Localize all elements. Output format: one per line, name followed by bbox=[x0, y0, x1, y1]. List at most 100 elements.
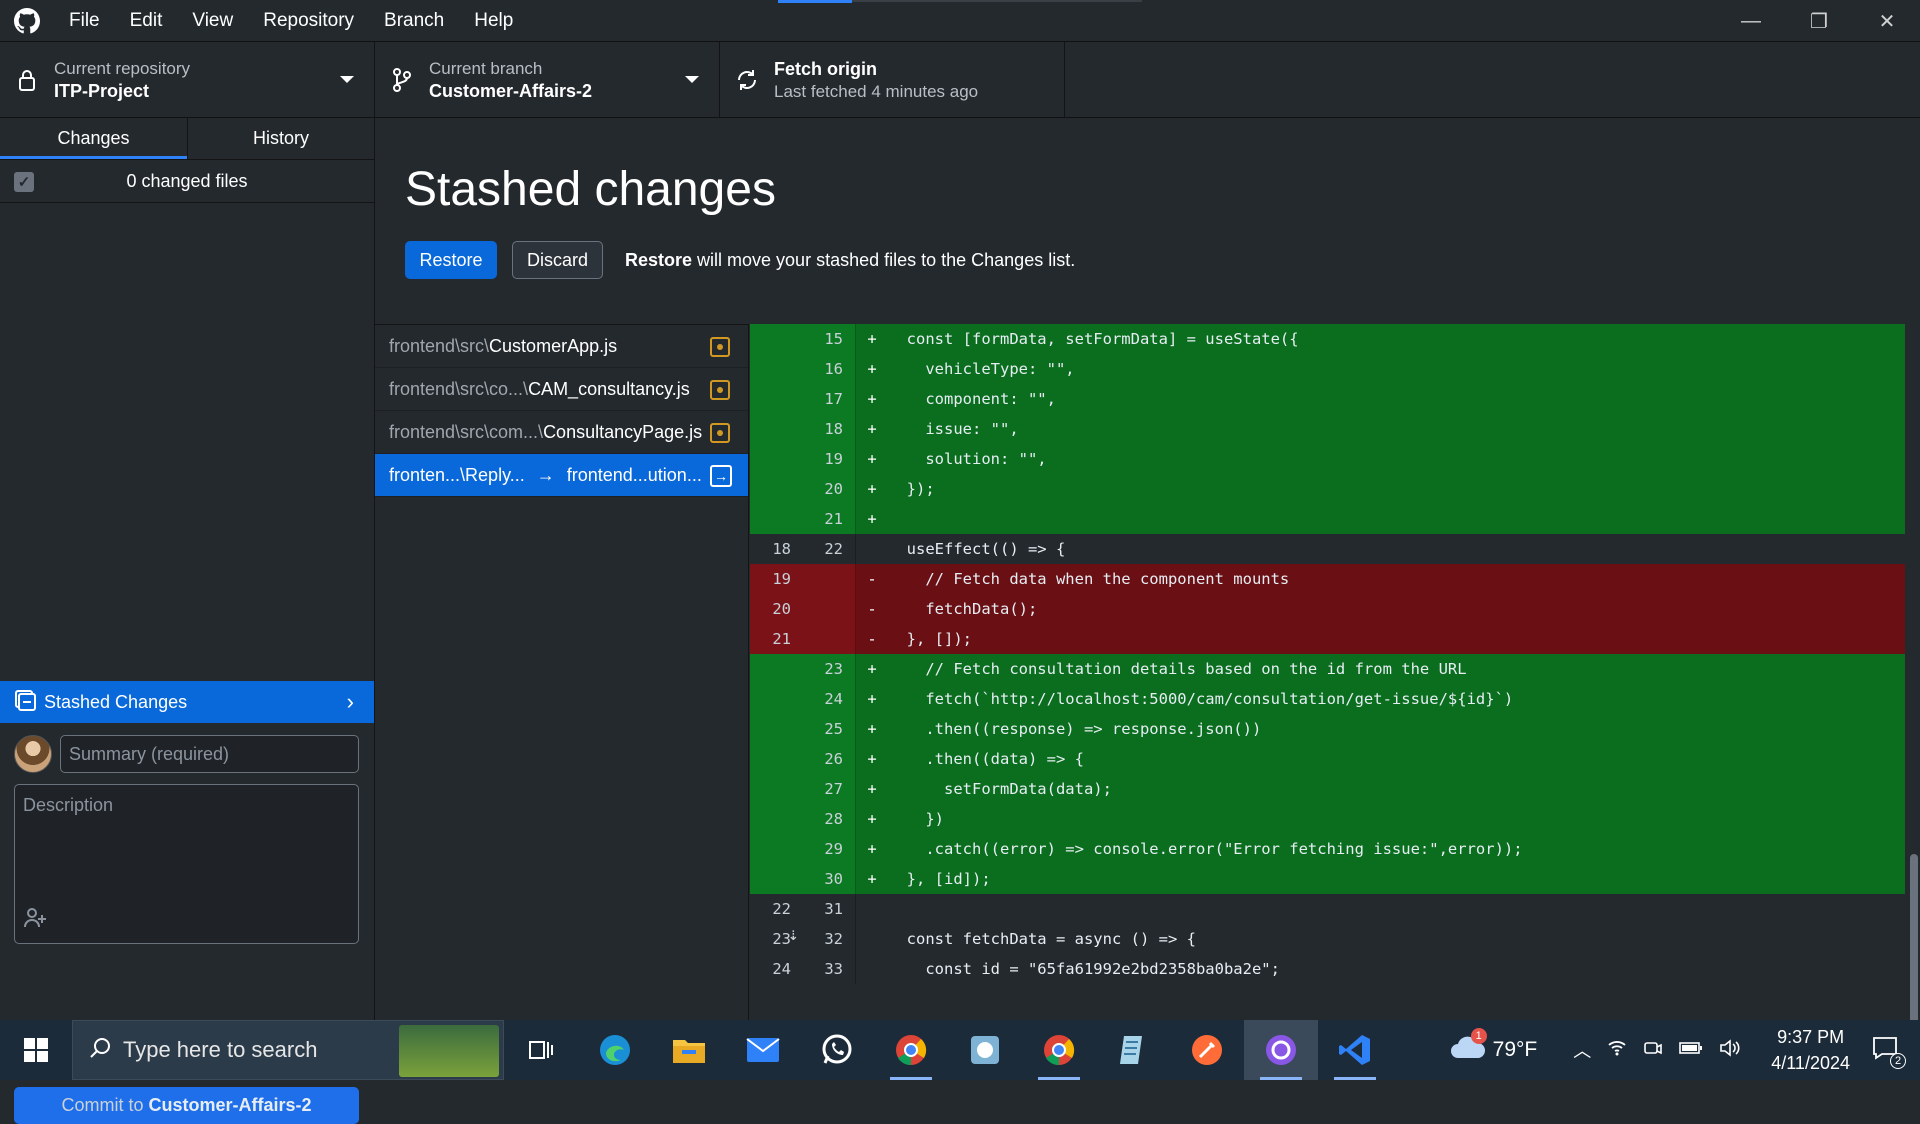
stashed-changes-button[interactable]: Stashed Changes › bbox=[0, 681, 374, 723]
discard-button[interactable]: Discard bbox=[512, 241, 603, 279]
vscode-icon[interactable] bbox=[1318, 1020, 1392, 1080]
chrome-profile-icon[interactable] bbox=[874, 1020, 948, 1080]
chrome-icon[interactable] bbox=[1022, 1020, 1096, 1080]
file-item[interactable]: frontend\src\ CustomerApp.js bbox=[375, 325, 748, 368]
github-desktop-icon[interactable] bbox=[1244, 1020, 1318, 1080]
commit-prefix: Commit to bbox=[61, 1095, 149, 1115]
diff-code: vehicleType: "", bbox=[888, 360, 1075, 378]
postman-icon[interactable] bbox=[1170, 1020, 1244, 1080]
meet-now-icon[interactable] bbox=[1643, 1039, 1663, 1062]
expand-down-icon[interactable]: ⇣ bbox=[788, 924, 799, 945]
diff-line: 20 + }); bbox=[750, 474, 1905, 504]
file-item-selected[interactable]: fronten...\Reply... → frontend...ution..… bbox=[375, 454, 748, 497]
diff-sign: + bbox=[867, 450, 877, 468]
diff-sign: - bbox=[867, 570, 877, 588]
summary-input[interactable]: Summary (required) bbox=[60, 735, 359, 773]
mail-icon[interactable] bbox=[726, 1020, 800, 1080]
avatar bbox=[14, 735, 52, 773]
fetch-origin-button[interactable]: Fetch origin Last fetched 4 minutes ago bbox=[720, 42, 1065, 118]
menu-edit[interactable]: Edit bbox=[115, 0, 178, 42]
task-view-icon[interactable] bbox=[504, 1020, 578, 1080]
diff-viewer: 15 + const [formData, setFormData] = useS… bbox=[750, 324, 1920, 1020]
sync-icon bbox=[720, 68, 774, 92]
page-title: Stashed changes bbox=[405, 163, 776, 216]
edge-icon[interactable] bbox=[578, 1020, 652, 1080]
file-item[interactable]: frontend\src\co...\ CAM_consultancy.js bbox=[375, 368, 748, 411]
select-all-checkbox[interactable]: ✓ bbox=[14, 172, 34, 192]
old-line-number: 21 bbox=[750, 624, 803, 654]
repository-label: Current repository bbox=[54, 58, 191, 78]
menu-repository[interactable]: Repository bbox=[248, 0, 369, 42]
chevron-up-icon[interactable]: ︿ bbox=[1573, 1037, 1591, 1063]
close-window-button[interactable]: ✕ bbox=[1854, 0, 1920, 42]
menu-view[interactable]: View bbox=[177, 0, 248, 42]
diff-code: // Fetch data when the component mounts bbox=[888, 570, 1290, 588]
activity-progress-bar bbox=[778, 0, 852, 3]
file-explorer-icon[interactable] bbox=[652, 1020, 726, 1080]
description-input[interactable]: Description bbox=[14, 784, 359, 944]
current-repository-dropdown[interactable]: Current repository ITP-Project bbox=[0, 42, 375, 118]
diff-code: .then((response) => response.json()) bbox=[888, 720, 1262, 738]
diff-line: 21 - }, []); bbox=[750, 624, 1905, 654]
diff-line: 28 + }) bbox=[750, 804, 1905, 834]
whatsapp-icon[interactable] bbox=[800, 1020, 874, 1080]
old-line-number bbox=[750, 354, 803, 384]
diff-code: const id = "65fa61992e2bd2358ba0ba2e"; bbox=[888, 960, 1280, 978]
diff-code: issue: "", bbox=[888, 420, 1019, 438]
current-branch-dropdown[interactable]: Current branch Customer-Affairs-2 bbox=[375, 42, 720, 118]
wifi-icon[interactable] bbox=[1607, 1039, 1627, 1062]
commit-branch: Customer-Affairs-2 bbox=[148, 1095, 312, 1115]
sidebar: Changes History ✓ 0 changed files Stashe… bbox=[0, 118, 375, 1124]
tab-history[interactable]: History bbox=[187, 118, 374, 159]
menu-file[interactable]: File bbox=[54, 0, 115, 42]
new-line-number: 18 bbox=[803, 414, 856, 444]
restore-button[interactable]: Restore bbox=[405, 241, 497, 279]
new-line-number: 27 bbox=[803, 774, 856, 804]
diff-sign: + bbox=[867, 660, 877, 678]
menu-help[interactable]: Help bbox=[459, 0, 528, 42]
search-icon bbox=[89, 1037, 111, 1064]
weather-badge: 1 bbox=[1470, 1028, 1487, 1044]
weather-widget[interactable]: 1 79°F bbox=[1449, 1028, 1537, 1066]
lock-icon bbox=[0, 68, 54, 92]
branch-icon bbox=[375, 67, 429, 93]
commit-button[interactable]: Commit to Customer-Affairs-2 bbox=[14, 1087, 359, 1124]
menu-branch[interactable]: Branch bbox=[369, 0, 459, 42]
restore-window-button[interactable]: ❐ bbox=[1786, 0, 1852, 42]
diff-code: .catch((error) => console.error("Error f… bbox=[888, 840, 1523, 858]
diff-code: solution: "", bbox=[888, 450, 1047, 468]
taskbar-search[interactable]: Type here to search bbox=[72, 1020, 504, 1080]
search-placeholder: Type here to search bbox=[123, 1037, 318, 1062]
add-coauthor-icon[interactable] bbox=[23, 907, 47, 935]
old-line-number: 19 bbox=[750, 564, 803, 594]
old-line-number bbox=[750, 654, 803, 684]
fetch-status: Last fetched 4 minutes ago bbox=[774, 81, 979, 101]
diff-code: const [formData, setFormData] = useState… bbox=[888, 330, 1299, 348]
diff-sign: + bbox=[867, 810, 877, 828]
system-tray: 1 79°F ︿ 9:37 PM 4/11/2024 2 bbox=[1449, 1020, 1920, 1080]
notepad-icon[interactable] bbox=[1096, 1020, 1170, 1080]
diff-code: setFormData(data); bbox=[888, 780, 1112, 798]
branch-label: Current branch bbox=[429, 58, 543, 78]
old-line-number bbox=[750, 744, 803, 774]
diff-sign: + bbox=[867, 480, 877, 498]
diff-line: 20 - fetchData(); bbox=[750, 594, 1905, 624]
app-window-icon[interactable] bbox=[948, 1020, 1022, 1080]
notification-icon[interactable]: 2 bbox=[1872, 1036, 1906, 1069]
battery-icon[interactable] bbox=[1679, 1040, 1703, 1061]
diff-scrollbar[interactable] bbox=[1910, 854, 1918, 1020]
old-line-number bbox=[750, 774, 803, 804]
tab-changes[interactable]: Changes bbox=[0, 118, 187, 159]
diff-line: 23 32 const fetchData = async () => { bbox=[750, 924, 1905, 954]
diff-sign: + bbox=[867, 360, 877, 378]
diff-line: 19 - // Fetch data when the component mou… bbox=[750, 564, 1905, 594]
new-line-number: 28 bbox=[803, 804, 856, 834]
windows-start-icon[interactable] bbox=[0, 1020, 72, 1080]
file-rename-to: frontend...ution... bbox=[566, 464, 702, 485]
clock[interactable]: 9:37 PM 4/11/2024 bbox=[1771, 1024, 1850, 1076]
file-item[interactable]: frontend\src\com...\ ConsultancyPage.js bbox=[375, 411, 748, 454]
minimize-button[interactable]: — bbox=[1718, 0, 1784, 42]
new-line-number: 25 bbox=[803, 714, 856, 744]
diff-sign: - bbox=[867, 600, 877, 618]
volume-icon[interactable] bbox=[1719, 1038, 1741, 1062]
